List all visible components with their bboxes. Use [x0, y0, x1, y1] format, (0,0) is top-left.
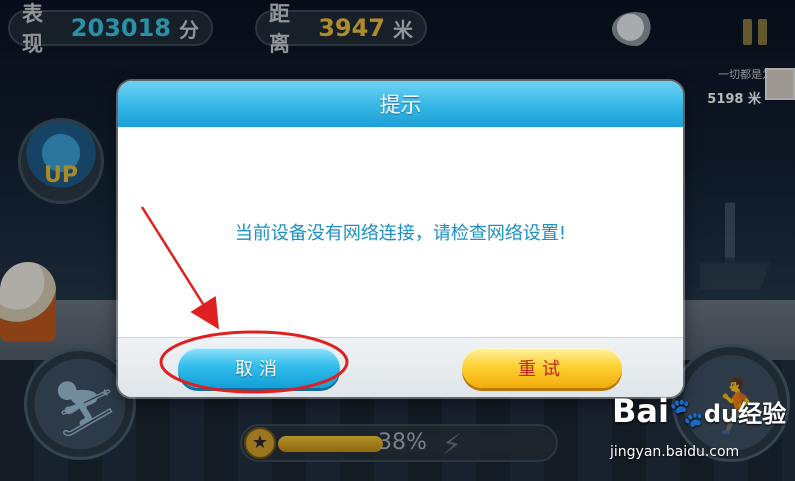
dialog-header: 提示: [118, 81, 683, 127]
retry-button[interactable]: 重试: [462, 348, 622, 388]
alert-dialog: 提示 当前设备没有网络连接，请检查网络设置! 取消 重试: [118, 81, 683, 397]
cancel-button[interactable]: 取消: [178, 348, 340, 388]
dialog-message: 当前设备没有网络连接，请检查网络设置!: [234, 223, 567, 244]
dialog-title: 提示: [379, 93, 422, 117]
dialog-footer: 取消 重试: [118, 337, 683, 397]
paw-icon: 🐾: [668, 396, 704, 429]
baidu-logo: Bai🐾du经验: [612, 392, 787, 430]
dialog-body: 当前设备没有网络连接，请检查网络设置!: [118, 127, 683, 337]
watermark-url: jingyan.baidu.com: [610, 444, 740, 460]
baidu-jingyan-watermark: Bai🐾du经验 jingyan.baidu.com: [608, 392, 793, 478]
